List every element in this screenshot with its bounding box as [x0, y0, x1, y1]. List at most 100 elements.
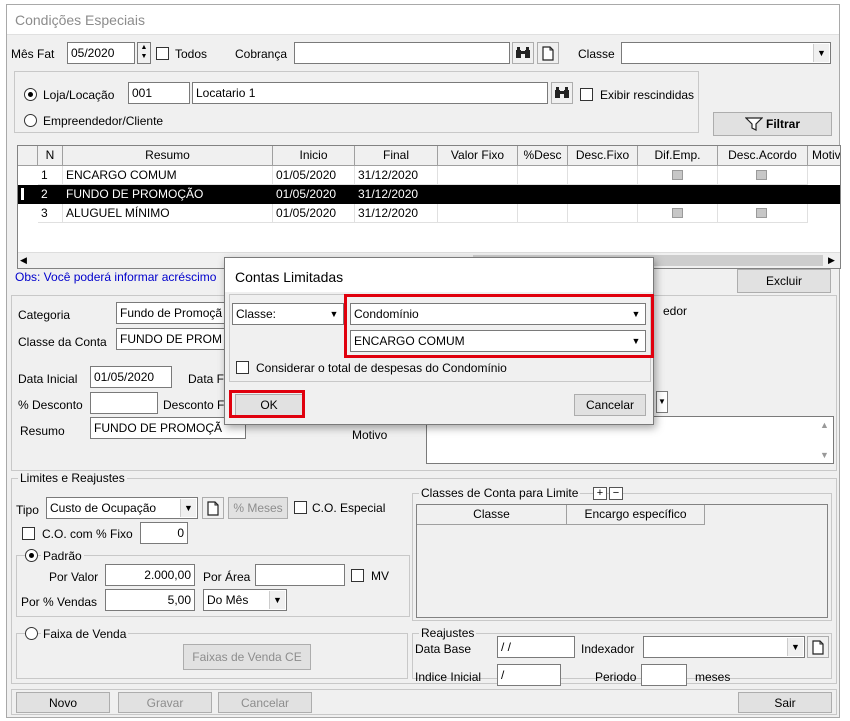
loja-search-icon[interactable]: [551, 82, 573, 104]
new-document-icon[interactable]: [537, 42, 559, 64]
dif-emp-checkbox[interactable]: [672, 208, 683, 218]
limites-group: Limites e Reajustes Tipo Custo de Ocupaç…: [11, 471, 837, 686]
cobranca-input[interactable]: [294, 42, 510, 64]
por-area-label: Por Área: [203, 570, 251, 584]
tipo-new-icon[interactable]: [202, 497, 224, 519]
cell-final: 31/12/2020: [355, 185, 438, 204]
scroll-down-icon[interactable]: ▼: [820, 450, 829, 460]
cell-inicio: 01/05/2020: [273, 166, 355, 185]
meses-button[interactable]: % Meses: [228, 497, 288, 519]
conditions-grid[interactable]: N Resumo Inicio Final Valor Fixo %Desc D…: [17, 145, 841, 269]
classes-limite-grid[interactable]: Classe Encargo específico: [416, 504, 828, 618]
scroll-left-icon[interactable]: ◀: [20, 255, 27, 266]
dialog-cancel-button[interactable]: Cancelar: [574, 394, 646, 416]
indexador-select[interactable]: ▼: [643, 636, 805, 658]
mes-fat-spinner[interactable]: ▲ ▼: [137, 42, 151, 64]
tipo-label: Tipo: [16, 503, 39, 517]
mes-fat-input[interactable]: 05/2020: [67, 42, 135, 64]
cell-desc-acordo: [718, 166, 808, 185]
column-header[interactable]: Valor Fixo: [438, 146, 518, 166]
chevron-down-icon[interactable]: ▼: [269, 591, 285, 609]
desconto-dropdown-icon[interactable]: ▼: [656, 391, 668, 413]
cell-final: 31/12/2020: [355, 204, 438, 223]
data-base-input[interactable]: / /: [497, 636, 575, 658]
periodo-input[interactable]: [641, 664, 687, 686]
loja-radio[interactable]: [24, 88, 37, 101]
classes-limite-group: Classes de Conta para Limite + − Classe …: [412, 486, 832, 621]
loja-code-input[interactable]: 001: [128, 82, 190, 104]
chevron-down-icon[interactable]: ▼: [326, 305, 342, 323]
spin-down-icon[interactable]: ▼: [138, 52, 150, 61]
resumo-input[interactable]: FUNDO DE PROMOÇÃ: [90, 417, 246, 439]
dif-emp-checkbox[interactable]: [672, 170, 683, 180]
por-vendas-label: Por % Vendas: [21, 595, 98, 609]
scroll-up-icon[interactable]: ▲: [820, 420, 829, 430]
remove-icon[interactable]: −: [609, 487, 623, 500]
empreendedor-radio[interactable]: [24, 114, 37, 127]
classe-type-select[interactable]: Classe: ▼: [232, 303, 344, 325]
table-row[interactable]: 3 ALUGUEL MÍNIMO 01/05/2020 31/12/2020: [18, 204, 840, 223]
indexador-new-icon[interactable]: [807, 636, 829, 658]
column-header[interactable]: Encargo específico: [567, 505, 705, 525]
chevron-down-icon[interactable]: ▼: [813, 44, 829, 62]
data-inicial-input[interactable]: 01/05/2020: [90, 366, 172, 388]
spin-up-icon[interactable]: ▲: [138, 43, 150, 52]
filtrar-button[interactable]: Filtrar: [713, 112, 832, 136]
padrao-label: Padrão: [41, 549, 84, 563]
desc-acordo-checkbox[interactable]: [756, 170, 767, 180]
scroll-right-icon[interactable]: ▶: [828, 255, 835, 266]
padrao-radio[interactable]: [25, 549, 38, 562]
resumo-label: Resumo: [20, 424, 65, 438]
loja-name-input[interactable]: Locatario 1: [192, 82, 548, 104]
co-fixo-input[interactable]: 0: [140, 522, 188, 544]
chevron-down-icon[interactable]: ▼: [180, 499, 196, 517]
cobranca-label: Cobrança: [235, 47, 288, 61]
co-especial-label: C.O. Especial: [312, 501, 386, 515]
por-vendas-input[interactable]: 5,00: [105, 589, 195, 611]
binoculars-icon[interactable]: [512, 42, 534, 64]
dialog-title: Contas Limitadas: [225, 258, 653, 292]
mv-label: MV: [371, 569, 389, 583]
cell-inicio: 01/05/2020: [273, 185, 355, 204]
column-header[interactable]: Dif.Emp.: [638, 146, 718, 166]
gravar-button[interactable]: Gravar: [118, 692, 212, 713]
column-header[interactable]: Motiv: [808, 146, 840, 166]
filter-icon: [744, 117, 763, 131]
data-base-label: Data Base: [415, 642, 472, 656]
column-header[interactable]: Resumo: [63, 146, 273, 166]
cancelar-button[interactable]: Cancelar: [218, 692, 312, 713]
indice-inicial-input[interactable]: /: [497, 664, 561, 686]
desc-acordo-checkbox[interactable]: [756, 208, 767, 218]
column-header[interactable]: %Desc: [518, 146, 568, 166]
co-fixo-checkbox[interactable]: [22, 527, 35, 540]
table-row[interactable]: 2 FUNDO DE PROMOÇÃO 01/05/2020 31/12/202…: [18, 185, 840, 204]
por-valor-input[interactable]: 2.000,00: [105, 564, 195, 586]
chevron-down-icon[interactable]: ▼: [787, 638, 803, 656]
reajustes-title: Reajustes: [419, 626, 477, 640]
faixa-group: Faixa de Venda Faixas de Venda CE: [16, 627, 408, 679]
sair-button[interactable]: Sair: [738, 692, 832, 713]
faixas-venda-button[interactable]: Faixas de Venda CE: [183, 644, 311, 670]
excluir-button[interactable]: Excluir: [737, 269, 831, 293]
classe-select[interactable]: ▼: [621, 42, 831, 64]
add-icon[interactable]: +: [593, 487, 607, 500]
column-header[interactable]: Final: [355, 146, 438, 166]
tipo-select[interactable]: Custo de Ocupação ▼: [46, 497, 198, 519]
column-header[interactable]: Classe: [417, 505, 567, 525]
column-header[interactable]: Desc.Acordo: [718, 146, 808, 166]
pct-desconto-input[interactable]: [90, 392, 158, 414]
column-header[interactable]: Desc.Fixo: [568, 146, 638, 166]
periodo-vendas-select[interactable]: Do Mês ▼: [203, 589, 287, 611]
mv-checkbox[interactable]: [351, 569, 364, 582]
bottom-bar: Novo Gravar Cancelar Sair: [11, 689, 837, 715]
por-area-input[interactable]: [255, 564, 345, 586]
table-row[interactable]: 1 ENCARGO COMUM 01/05/2020 31/12/2020: [18, 166, 840, 185]
column-header[interactable]: Inicio: [273, 146, 355, 166]
considerar-checkbox[interactable]: [236, 361, 249, 374]
faixa-radio[interactable]: [25, 627, 38, 640]
co-especial-checkbox[interactable]: [294, 501, 307, 514]
column-header[interactable]: N: [38, 146, 63, 166]
novo-button[interactable]: Novo: [16, 692, 110, 713]
todos-checkbox[interactable]: [156, 47, 169, 60]
exibir-rescindidas-checkbox[interactable]: [580, 88, 593, 101]
